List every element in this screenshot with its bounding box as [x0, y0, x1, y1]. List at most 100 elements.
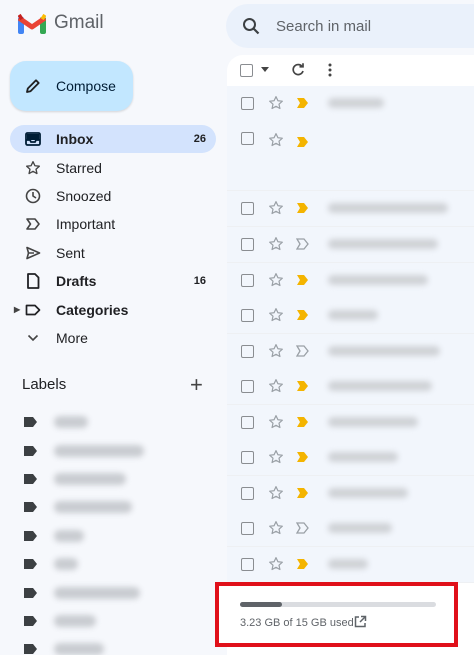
star-icon[interactable]	[268, 378, 284, 394]
inbox-icon	[24, 130, 42, 148]
star-icon[interactable]	[268, 95, 284, 111]
mail-row[interactable]	[227, 547, 474, 583]
star-icon[interactable]	[268, 556, 284, 572]
star-icon[interactable]	[268, 200, 284, 216]
important-marker-icon[interactable]	[296, 522, 310, 534]
label-icon	[24, 301, 42, 319]
sidebar-item-inbox[interactable]: Inbox 26	[10, 125, 216, 154]
mail-row[interactable]	[227, 263, 474, 299]
mail-checkbox[interactable]	[241, 132, 254, 145]
sender-redacted	[328, 275, 428, 286]
mail-checkbox[interactable]	[241, 273, 254, 287]
star-icon[interactable]	[268, 132, 284, 148]
sidebar-item-categories[interactable]: ▶ Categories	[10, 295, 216, 323]
mail-row[interactable]	[227, 405, 474, 441]
star-icon[interactable]	[268, 520, 284, 536]
important-marker-icon[interactable]	[296, 558, 310, 570]
sidebar-label-item[interactable]	[24, 578, 140, 606]
label-icon	[24, 417, 37, 428]
star-icon[interactable]	[268, 414, 284, 430]
plus-icon[interactable]: +	[190, 372, 203, 398]
important-marker-icon[interactable]	[296, 202, 310, 214]
important-icon	[24, 215, 42, 233]
sidebar-label-item[interactable]	[24, 635, 104, 655]
star-icon[interactable]	[268, 307, 284, 323]
star-icon[interactable]	[268, 449, 284, 465]
draft-icon	[24, 272, 42, 290]
label-name-redacted	[54, 416, 88, 429]
gmail-logo[interactable]: Gmail	[18, 12, 104, 34]
mail-row[interactable]	[227, 369, 474, 405]
mail-checkbox[interactable]	[241, 344, 254, 358]
sidebar-item-label: Drafts	[56, 273, 97, 290]
sidebar-nav: Inbox 26 Starred Snoozed Important Sent …	[10, 125, 216, 352]
sidebar-label-item[interactable]	[24, 465, 126, 493]
search-icon[interactable]	[242, 17, 260, 35]
sender-redacted	[328, 523, 392, 534]
mail-checkbox[interactable]	[241, 237, 254, 251]
mail-row[interactable]	[227, 440, 474, 476]
important-marker-icon[interactable]	[296, 309, 310, 321]
important-marker-icon[interactable]	[296, 380, 310, 392]
mail-row[interactable]	[227, 227, 474, 263]
label-name-redacted	[54, 501, 132, 514]
sidebar-label-item[interactable]	[24, 408, 88, 436]
mail-checkbox[interactable]	[241, 308, 254, 322]
sidebar-item-important[interactable]: Important	[10, 210, 216, 238]
mail-checkbox[interactable]	[241, 201, 254, 215]
mail-checkbox[interactable]	[241, 557, 254, 571]
mail-row[interactable]	[227, 476, 474, 512]
sidebar-item-sent[interactable]: Sent	[10, 239, 216, 267]
sidebar-label-item[interactable]	[24, 493, 132, 521]
sidebar-item-label: Important	[56, 216, 116, 233]
important-marker-icon[interactable]	[296, 97, 310, 109]
sidebar-item-drafts[interactable]: Drafts 16	[10, 267, 216, 295]
important-marker-icon[interactable]	[296, 274, 310, 286]
important-marker-icon[interactable]	[296, 136, 310, 148]
sidebar-label-item[interactable]	[24, 522, 84, 550]
label-icon	[24, 502, 37, 513]
important-marker-icon[interactable]	[296, 451, 310, 463]
search-bar[interactable]: Search in mail	[226, 4, 474, 48]
select-all-checkbox[interactable]	[240, 63, 253, 77]
mail-checkbox[interactable]	[241, 450, 254, 464]
sender-redacted	[328, 381, 432, 392]
storage-highlight-box	[215, 582, 458, 647]
expand-caret-icon[interactable]: ▶	[14, 305, 20, 314]
star-icon[interactable]	[268, 272, 284, 288]
sidebar-label-item[interactable]	[24, 436, 144, 464]
sidebar-label-item[interactable]	[24, 607, 96, 635]
mail-checkbox[interactable]	[241, 521, 254, 535]
sender-redacted	[328, 452, 398, 463]
mail-row[interactable]	[227, 191, 474, 227]
mail-row[interactable]	[227, 298, 474, 334]
label-icon	[24, 644, 37, 655]
star-icon[interactable]	[268, 485, 284, 501]
mail-row[interactable]	[227, 121, 474, 191]
important-marker-icon[interactable]	[296, 345, 310, 357]
sender-redacted	[328, 310, 378, 321]
important-marker-icon[interactable]	[296, 238, 310, 250]
sender-redacted	[328, 98, 384, 109]
important-marker-icon[interactable]	[296, 416, 310, 428]
open-in-new-icon[interactable]	[354, 615, 367, 628]
refresh-icon[interactable]	[291, 63, 305, 77]
compose-button[interactable]: Compose	[10, 61, 133, 111]
star-icon[interactable]	[268, 343, 284, 359]
sidebar-item-more[interactable]: More	[10, 324, 216, 352]
mail-checkbox[interactable]	[241, 96, 254, 110]
sidebar-item-snoozed[interactable]: Snoozed	[10, 182, 216, 210]
search-input[interactable]: Search in mail	[276, 18, 371, 35]
mail-checkbox[interactable]	[241, 415, 254, 429]
mail-row[interactable]	[227, 86, 474, 122]
mail-row[interactable]	[227, 334, 474, 370]
star-icon[interactable]	[268, 236, 284, 252]
important-marker-icon[interactable]	[296, 487, 310, 499]
sidebar-item-starred[interactable]: Starred	[10, 153, 216, 181]
sidebar-label-item[interactable]	[24, 550, 78, 578]
mail-row[interactable]	[227, 511, 474, 547]
chevron-down-icon[interactable]	[261, 67, 269, 73]
more-vert-icon[interactable]	[328, 63, 332, 77]
mail-checkbox[interactable]	[241, 379, 254, 393]
mail-checkbox[interactable]	[241, 486, 254, 500]
